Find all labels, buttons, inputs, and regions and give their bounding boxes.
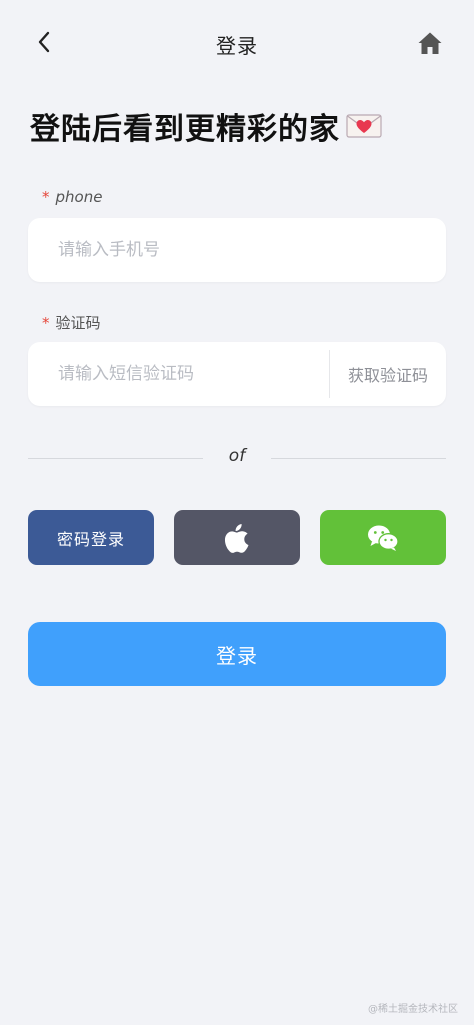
watermark: @稀土掘金技术社区	[368, 1004, 458, 1015]
wechat-login-button[interactable]	[320, 510, 446, 565]
page-title: 登录	[216, 34, 258, 58]
top-nav-bar: 登录	[0, 0, 474, 88]
headline-text: 登陆后看到更精彩的家	[30, 112, 340, 147]
password-login-label: 密码登录	[56, 529, 125, 549]
code-field-box: 获取验证码	[28, 342, 446, 406]
phone-label-text: phone	[55, 188, 103, 206]
code-input[interactable]	[28, 342, 329, 406]
or-divider: of	[28, 446, 446, 470]
login-button[interactable]: 登录	[28, 622, 446, 686]
password-login-button[interactable]: 密码登录	[28, 510, 154, 565]
login-button-label: 登录	[216, 643, 258, 668]
home-button[interactable]	[416, 29, 444, 57]
code-label-text: 验证码	[55, 314, 101, 332]
divider-line-right	[271, 458, 446, 459]
home-icon	[418, 32, 442, 54]
wechat-icon	[368, 525, 399, 551]
phone-input[interactable]	[28, 218, 446, 282]
apple-login-button[interactable]	[174, 510, 300, 565]
apple-icon	[224, 523, 249, 553]
phone-label: * phone	[42, 188, 102, 206]
required-mark: *	[42, 314, 50, 332]
or-divider-text: of	[228, 446, 246, 466]
required-mark: *	[42, 188, 50, 206]
love-letter-icon	[346, 113, 382, 139]
code-label: * 验证码	[42, 312, 101, 333]
headline: 登陆后看到更精彩的家	[30, 104, 382, 148]
phone-field-box	[28, 218, 446, 282]
get-code-button[interactable]: 获取验证码	[330, 362, 446, 386]
